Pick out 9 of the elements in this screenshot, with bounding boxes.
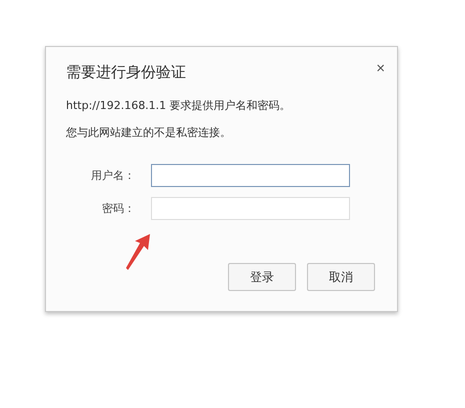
login-button[interactable]: 登录 <box>228 263 296 291</box>
field-label: 用户名： <box>90 168 136 183</box>
close-button[interactable]: × <box>376 61 385 76</box>
input-field[interactable] <box>151 164 350 187</box>
dialog-title: 需要进行身份验证 <box>66 63 186 82</box>
privacy-notice: 您与此网站建立的不是私密连接。 <box>66 125 232 140</box>
field-label: 密码： <box>101 201 136 216</box>
auth-message: http://192.168.1.1 要求提供用户名和密码。 <box>66 98 292 113</box>
cancel-button[interactable]: 取消 <box>307 263 375 291</box>
